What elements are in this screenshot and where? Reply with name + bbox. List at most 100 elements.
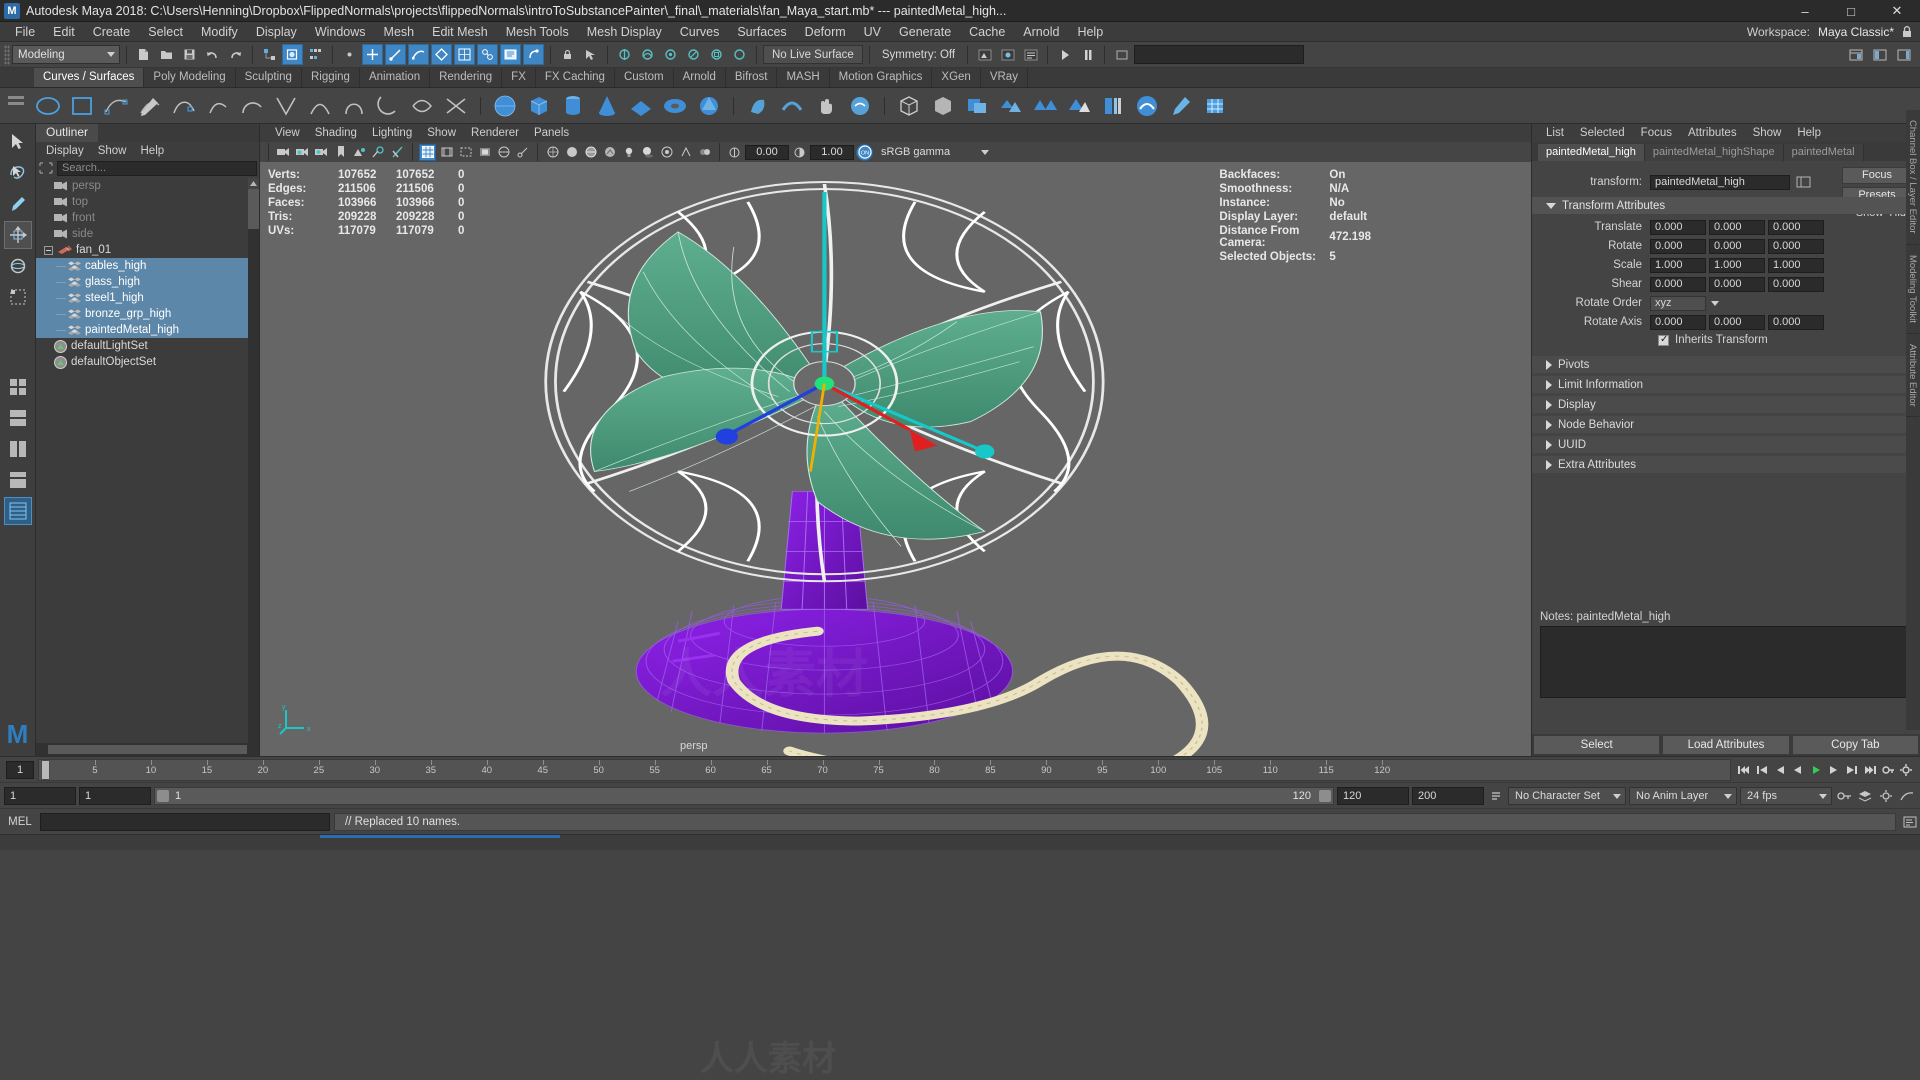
ae-section-uuid[interactable]: UUID: [1532, 436, 1920, 453]
step-forward-key-button[interactable]: [1843, 761, 1860, 778]
play-forwards-button[interactable]: [1807, 761, 1824, 778]
time-range-icon[interactable]: [1487, 787, 1505, 805]
menu-cache[interactable]: Cache: [960, 22, 1014, 42]
ae-select-button[interactable]: Select: [1533, 735, 1661, 755]
motion-blur-icon[interactable]: [696, 144, 713, 161]
tool-settings-toggle[interactable]: [1869, 44, 1890, 65]
image-plane-icon[interactable]: [351, 144, 368, 161]
outliner-item-fan-01[interactable]: fan_01: [36, 242, 259, 258]
undo-button[interactable]: [202, 44, 223, 65]
shelf-menu-icon[interactable]: [4, 92, 30, 120]
outliner-tab[interactable]: Outliner: [36, 124, 99, 142]
ae-load-attributes-button[interactable]: Load Attributes: [1662, 735, 1790, 755]
chevron-down-icon[interactable]: [1708, 296, 1722, 310]
boolean-union-icon[interactable]: [963, 92, 991, 120]
menu-mesh-tools[interactable]: Mesh Tools: [497, 22, 578, 42]
quick-select-field-icon[interactable]: [1111, 44, 1132, 65]
shelf-tab-poly-modeling[interactable]: Poly Modeling: [144, 68, 236, 87]
outliner-vertical-scrollbar[interactable]: [248, 178, 259, 743]
select-tool-button[interactable]: [4, 128, 32, 156]
snap-uv-icon[interactable]: [729, 44, 750, 65]
gamma-icon[interactable]: [791, 144, 808, 161]
character-set-dropdown[interactable]: No Character Set: [1508, 786, 1626, 805]
ae-field-x[interactable]: 0.000: [1650, 219, 1706, 235]
outliner-item-defaultlightset[interactable]: defaultLightSet: [36, 338, 259, 354]
viewport-menu-show[interactable]: Show: [420, 127, 463, 139]
curve-tool-e-icon[interactable]: [408, 92, 436, 120]
menu-create[interactable]: Create: [84, 22, 140, 42]
menu-windows[interactable]: Windows: [306, 22, 375, 42]
bookmark-icon[interactable]: [332, 144, 349, 161]
persp-outliner-layout-button[interactable]: [3, 497, 32, 525]
close-button[interactable]: ✕: [1874, 0, 1920, 22]
scale-tool-button[interactable]: [4, 283, 32, 311]
bezier-curve-icon[interactable]: [170, 92, 198, 120]
select-camera-icon[interactable]: [275, 144, 292, 161]
menu-surfaces[interactable]: Surfaces: [728, 22, 795, 42]
shelf-tab-rendering[interactable]: Rendering: [430, 68, 503, 87]
rotate-tool-button[interactable]: [4, 252, 32, 280]
menu-edit[interactable]: Edit: [44, 22, 84, 42]
paint-select-tool-button[interactable]: [4, 190, 32, 218]
step-back-key-button[interactable]: [1753, 761, 1770, 778]
ae-transform-attributes-section[interactable]: Transform Attributes: [1532, 197, 1920, 214]
xray-joints-icon[interactable]: [514, 144, 531, 161]
select-by-component-button[interactable]: [305, 44, 326, 65]
gamma-value[interactable]: 1.00: [810, 144, 854, 160]
outliner-item-glass-high[interactable]: glass_high: [36, 274, 259, 290]
playback-start-field[interactable]: 1: [79, 786, 151, 805]
viewport-menu-panels[interactable]: Panels: [527, 127, 576, 139]
shelf-tab-curves-surfaces[interactable]: Curves / Surfaces: [34, 68, 145, 87]
exposure-icon[interactable]: [726, 144, 743, 161]
redo-button[interactable]: [225, 44, 246, 65]
outliner-search-input[interactable]: Search...: [57, 160, 257, 176]
paint-tool-icon[interactable]: [1167, 92, 1195, 120]
ae-menu-help[interactable]: Help: [1789, 127, 1829, 139]
ae-menu-selected[interactable]: Selected: [1572, 127, 1633, 139]
outliner-list[interactable]: persp top front side fan_01 cables_high glass_…: [36, 178, 259, 743]
ae-section-pivots[interactable]: Pivots: [1532, 356, 1920, 373]
curve-tool-a-icon[interactable]: [272, 92, 300, 120]
exposure-value[interactable]: 0.00: [745, 144, 789, 160]
film-gate-icon[interactable]: [438, 144, 455, 161]
relax-tool-icon[interactable]: [846, 92, 874, 120]
ae-rotate-axis-x[interactable]: 0.000: [1650, 314, 1706, 330]
ae-field-x[interactable]: 1.000: [1650, 257, 1706, 273]
wireframe-shading-icon[interactable]: [544, 144, 561, 161]
color-management-selector[interactable]: sRGB gamma: [875, 144, 993, 160]
ipr-render-button[interactable]: [997, 44, 1018, 65]
curve-tool-c-icon[interactable]: [340, 92, 368, 120]
ep-curve-icon[interactable]: [136, 92, 164, 120]
separate-icon[interactable]: [1031, 92, 1059, 120]
nurbs-circle-icon[interactable]: [34, 92, 62, 120]
shadows-icon[interactable]: [639, 144, 656, 161]
menu-edit-mesh[interactable]: Edit Mesh: [423, 22, 497, 42]
shelf-tab-rigging[interactable]: Rigging: [302, 68, 360, 87]
anti-alias-icon[interactable]: [677, 144, 694, 161]
current-frame-field[interactable]: 1: [6, 760, 34, 779]
ae-field-x[interactable]: 0.000: [1650, 276, 1706, 292]
select-mask-dot-icon[interactable]: [339, 44, 360, 65]
ae-inherits-transform-row[interactable]: Inherits Transform: [1532, 332, 1920, 348]
mask-handles-button[interactable]: [362, 44, 383, 65]
highlight-selection-icon[interactable]: [580, 44, 601, 65]
toolbar-gripper[interactable]: [4, 44, 10, 65]
ae-section-node-behavior[interactable]: Node Behavior: [1532, 416, 1920, 433]
mask-misc-button[interactable]: [523, 44, 544, 65]
shade-wire-icon[interactable]: [582, 144, 599, 161]
menu-modify[interactable]: Modify: [192, 22, 247, 42]
menu-mesh[interactable]: Mesh: [375, 22, 424, 42]
inherits-transform-checkbox[interactable]: [1658, 334, 1669, 346]
range-end-field[interactable]: 200: [1412, 786, 1484, 805]
add-image-plane-icon[interactable]: [370, 144, 387, 161]
ae-transform-name-field[interactable]: paintedMetal_high: [1650, 174, 1790, 190]
lock-camera-icon[interactable]: [294, 144, 311, 161]
ae-rotate-order-dropdown[interactable]: xyz: [1650, 295, 1706, 311]
quick-select-input[interactable]: [1134, 45, 1305, 64]
menu-arnold[interactable]: Arnold: [1014, 22, 1068, 42]
menu-select[interactable]: Select: [139, 22, 192, 42]
near-far-clip-icon[interactable]: [389, 144, 406, 161]
scrollbar-thumb[interactable]: [48, 745, 247, 754]
menu-file[interactable]: File: [6, 22, 44, 42]
shelf-tab-custom[interactable]: Custom: [615, 68, 674, 87]
